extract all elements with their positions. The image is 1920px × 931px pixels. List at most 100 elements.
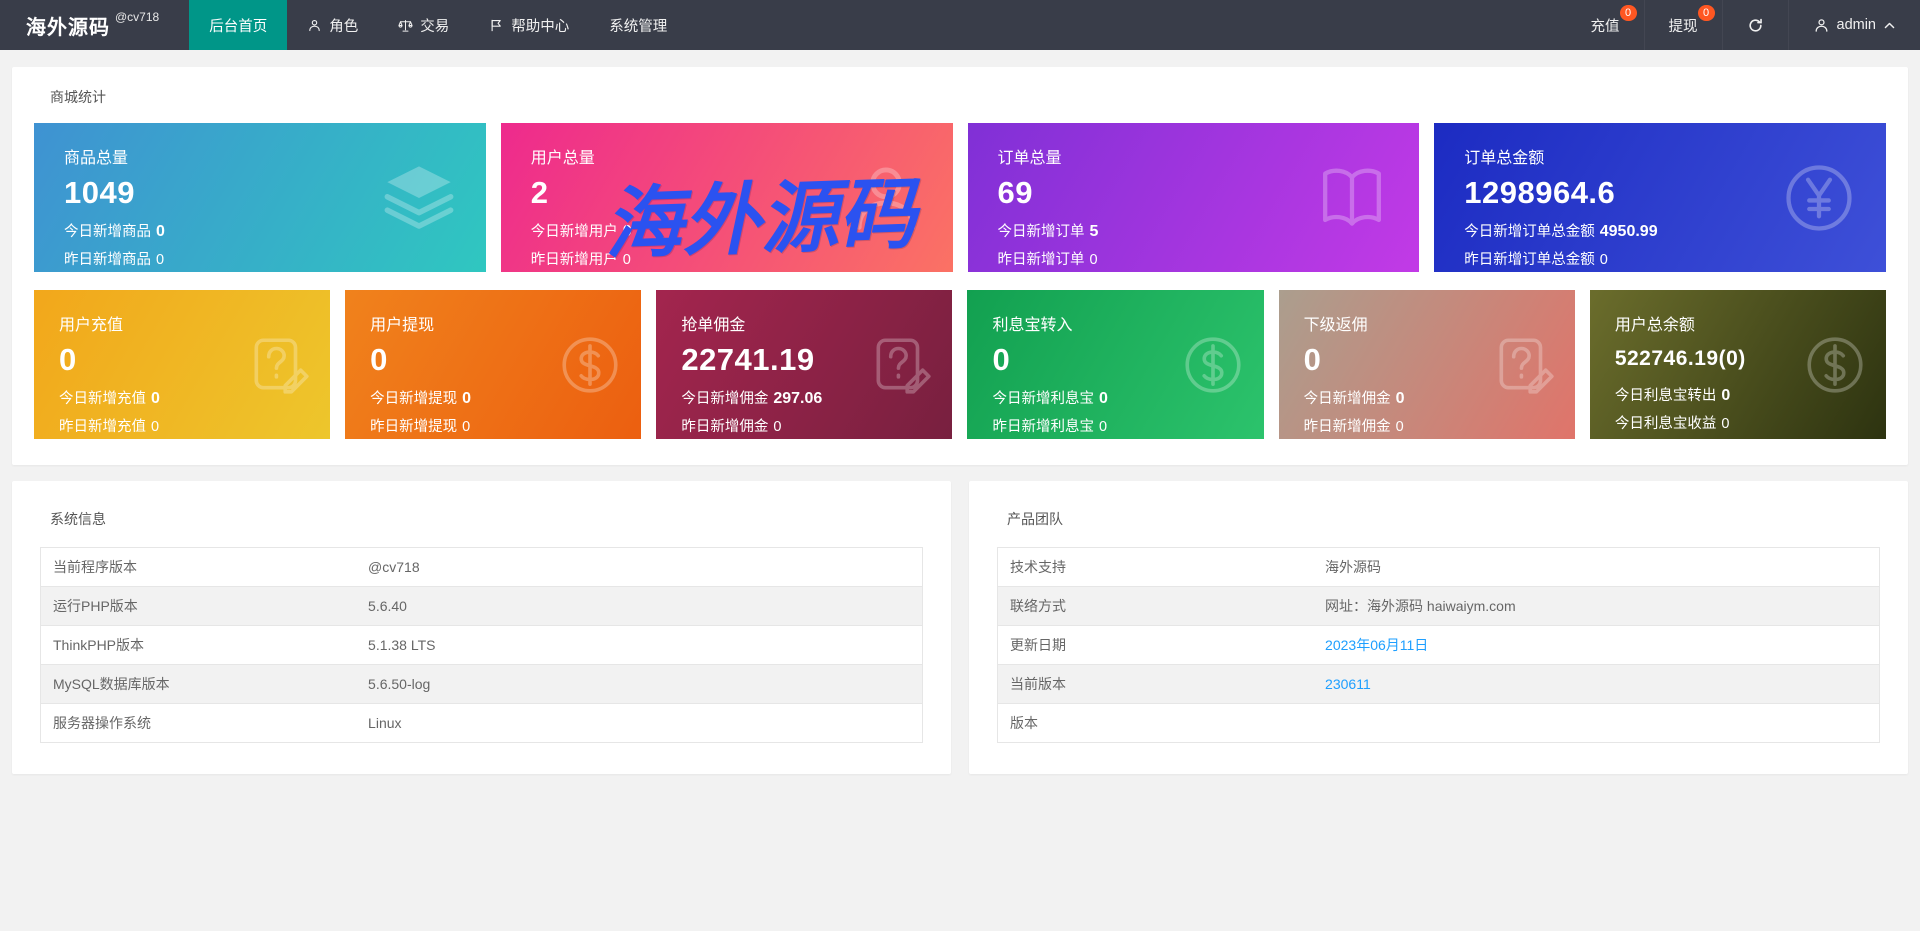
row-value: 海外源码	[1325, 559, 1382, 575]
tab-help-center[interactable]: 帮助中心	[469, 0, 589, 50]
row-label: 版本	[997, 703, 1314, 743]
withdraw-button[interactable]: 提现 0	[1643, 0, 1722, 50]
dollar-circle-icon	[1802, 332, 1868, 398]
file-question-icon	[868, 332, 934, 398]
row-value-link[interactable]: 2023年06月11日	[1325, 637, 1428, 653]
bottom-panels: 系统信息 当前程序版本 @cv718 运行PHP版本 5.6.40 ThinkPHP版本…	[12, 481, 1908, 774]
row-label: 更新日期	[997, 625, 1314, 665]
row-label: 联络方式	[997, 586, 1314, 626]
tab-roles-label: 角色	[329, 18, 359, 35]
stat-card-yesterday-line: 昨日新增订单总金额 0	[1464, 252, 1608, 268]
navbar-right: 充值 0 提现 0 admin	[1567, 0, 1920, 50]
stat-card: 下级返佣 0 今日新增佣金 0 昨日新增佣金 0	[1278, 290, 1575, 439]
table-row: 更新日期 2023年06月11日	[997, 625, 1880, 665]
withdraw-label: 提现	[1668, 18, 1698, 35]
row-value	[1313, 703, 1880, 743]
system-info-panel: 系统信息 当前程序版本 @cv718 运行PHP版本 5.6.40 ThinkPHP版本…	[12, 481, 951, 774]
row-value: 网址：海外源码 haiwaiym.com	[1313, 586, 1880, 626]
stat-card: 用户总余额 522746.19(0) 今日利息宝转出 0 今日利息宝收益 0	[1589, 290, 1886, 439]
stat-card-yesterday-line: 昨日新增利息宝 0	[992, 419, 1108, 435]
row-value: 5.6.40	[356, 586, 923, 626]
book-icon	[1313, 159, 1391, 237]
recharge-badge: 0	[1619, 5, 1637, 21]
row-label: 技术支持	[1010, 559, 1066, 575]
person-icon	[307, 18, 322, 33]
main-menu: 后台首页 角色 交易 帮助中心 系统管理	[189, 0, 687, 50]
stat-card-yesterday-line: 昨日新增提现 0	[370, 419, 471, 435]
stats-row-2: 用户充值 0 今日新增充值 0 昨日新增充值 0 用户提现 0 今日新增提现 0 昨日新增提现 0 抢单…	[34, 290, 1886, 439]
stat-card-yesterday-line: 昨日新增商品 0	[64, 252, 165, 268]
file-question-icon	[246, 332, 312, 398]
withdraw-badge: 0	[1697, 5, 1715, 21]
dollar-circle-icon	[1180, 332, 1246, 398]
row-value: 5.1.38 LTS	[356, 625, 923, 665]
product-team-title: 产品团队	[1007, 511, 1063, 527]
user-icon	[847, 159, 925, 237]
stat-card-yesterday-line: 昨日新增充值 0	[59, 419, 160, 435]
stat-card: 用户提现 0 今日新增提现 0 昨日新增提现 0	[345, 290, 642, 439]
tab-trade[interactable]: 交易	[378, 0, 469, 50]
row-label: 当前程序版本	[53, 559, 137, 575]
file-question-icon	[1491, 332, 1557, 398]
brand-version: @cv718	[115, 10, 160, 24]
user-menu[interactable]: admin	[1787, 0, 1920, 50]
stat-card: 用户总量 2 今日新增用户 0 昨日新增用户 0	[500, 123, 953, 272]
main-content: 商城统计 商品总量 1049 今日新增商品 0 昨日新增商品 0 用户总量 2 今日新增用户 0 昨…	[0, 50, 1920, 774]
scales-icon	[398, 18, 413, 33]
stat-card: 用户充值 0 今日新增充值 0 昨日新增充值 0	[34, 290, 331, 439]
tab-help-center-label: 帮助中心	[511, 18, 570, 35]
refresh-icon	[1747, 17, 1764, 34]
tab-trade-label: 交易	[420, 18, 450, 35]
row-label: 当前版本	[997, 664, 1314, 704]
table-row: 技术支持 海外源码	[998, 548, 1880, 587]
table-row: 联络方式 网址：海外源码 haiwaiym.com	[997, 586, 1880, 626]
tab-dashboard[interactable]: 后台首页	[189, 0, 288, 50]
system-info-table: 当前程序版本 @cv718 运行PHP版本 5.6.40 ThinkPHP版本 5.1.3…	[40, 547, 923, 743]
tab-system-settings-label: 系统管理	[609, 18, 668, 35]
table-row: ThinkPHP版本 5.1.38 LTS	[40, 625, 923, 665]
stat-card-yesterday-line: 昨日新增订单 0	[997, 252, 1098, 268]
row-value: @cv718	[368, 559, 420, 575]
row-value-link[interactable]: 230611	[1325, 676, 1371, 692]
chevron-up-icon	[1883, 19, 1896, 32]
row-value: Linux	[356, 703, 923, 743]
table-row: 版本	[997, 703, 1880, 743]
tab-system-settings[interactable]: 系统管理	[589, 0, 687, 50]
brand-title: 海外源码	[26, 16, 110, 39]
row-value: 230611	[1313, 664, 1880, 704]
stat-card: 订单总金额 1298964.6 今日新增订单总金额 4950.99 昨日新增订单总金额 0	[1434, 123, 1886, 272]
stat-card: 抢单佣金 22741.19 今日新增佣金 297.06 昨日新增佣金 0	[656, 290, 953, 439]
mall-stats-panel: 商城统计 商品总量 1049 今日新增商品 0 昨日新增商品 0 用户总量 2 今日新增用户 0 昨…	[12, 67, 1908, 465]
table-row: 当前程序版本 @cv718	[41, 548, 923, 587]
username: admin	[1836, 17, 1877, 33]
stat-card: 利息宝转入 0 今日新增利息宝 0 昨日新增利息宝 0	[967, 290, 1264, 439]
row-value: 5.6.50-log	[356, 664, 923, 704]
top-navbar: 海外源码 @cv718 后台首页 角色 交易 帮助中心 系统管理 充值 0 提现…	[0, 0, 1920, 50]
brand[interactable]: 海外源码 @cv718	[0, 0, 189, 50]
stat-card: 商品总量 1049 今日新增商品 0 昨日新增商品 0	[34, 123, 486, 272]
stat-card-yesterday-line: 昨日新增佣金 0	[1303, 419, 1404, 435]
system-info-title: 系统信息	[50, 511, 106, 527]
user-icon	[1813, 17, 1830, 34]
tab-dashboard-label: 后台首页	[209, 18, 268, 35]
dollar-circle-icon	[557, 332, 623, 398]
product-team-panel: 产品团队 技术支持 海外源码 联络方式 网址：海外源码 haiwaiym.com 更新日…	[969, 481, 1908, 774]
yen-circle-icon	[1780, 159, 1858, 237]
stat-card-yesterday-line: 昨日新增佣金 0	[681, 419, 782, 435]
table-row: MySQL数据库版本 5.6.50-log	[40, 664, 923, 704]
tab-roles[interactable]: 角色	[287, 0, 378, 50]
flag-icon	[489, 18, 504, 33]
stats-row-1: 商品总量 1049 今日新增商品 0 昨日新增商品 0 用户总量 2 今日新增用户 0 昨日新增用户…	[34, 123, 1886, 272]
table-row: 运行PHP版本 5.6.40	[40, 586, 923, 626]
product-team-table: 技术支持 海外源码 联络方式 网址：海外源码 haiwaiym.com 更新日期 2023…	[997, 547, 1880, 743]
stat-card-yesterday-line: 昨日新增用户 0	[530, 252, 631, 268]
row-label: MySQL数据库版本	[40, 664, 357, 704]
row-label: 服务器操作系统	[40, 703, 357, 743]
stat-card: 订单总量 69 今日新增订单 5 昨日新增订单 0	[967, 123, 1420, 272]
mall-stats-title: 商城统计	[50, 89, 106, 105]
row-label: ThinkPHP版本	[40, 625, 357, 665]
recharge-button[interactable]: 充值 0	[1567, 0, 1644, 50]
refresh-button[interactable]	[1721, 0, 1788, 50]
row-label: 运行PHP版本	[40, 586, 357, 626]
table-row: 服务器操作系统 Linux	[40, 703, 923, 743]
